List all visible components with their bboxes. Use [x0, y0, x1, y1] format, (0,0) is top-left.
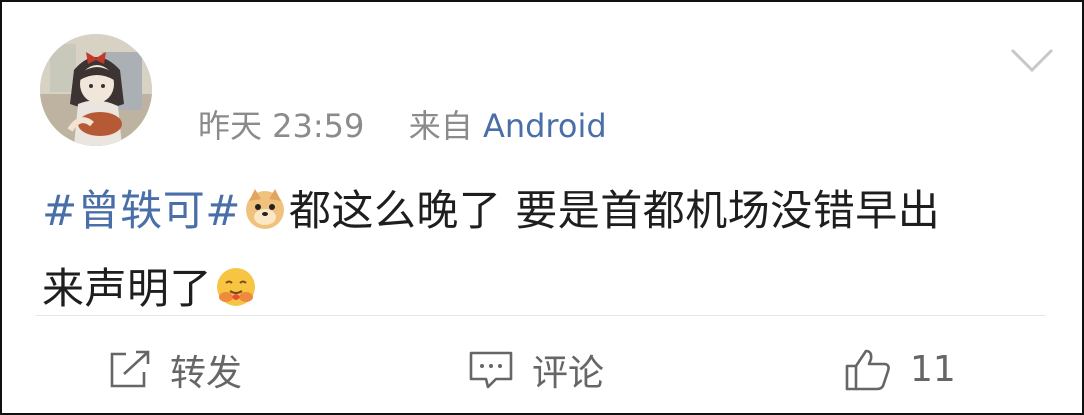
post-text-line2: 来声明了	[42, 264, 213, 313]
comment-icon	[469, 351, 513, 388]
weibo-post-card: 昨天 23:59 来自 Android #曾轶可# 都这么晚了 要是首都机场没错…	[0, 0, 1084, 415]
chevron-down-icon[interactable]	[1010, 46, 1054, 74]
share-icon	[110, 350, 150, 387]
doge-emoji-icon	[245, 189, 284, 229]
post-timestamp: 昨天 23:59	[198, 107, 365, 145]
post-text-line1: 都这么晚了 要是首都机场没错早出	[288, 186, 941, 235]
like-button[interactable]: 11	[844, 332, 956, 407]
post-meta: 昨天 23:59 来自 Android	[198, 104, 607, 148]
action-bar: 转发 评论 11	[2, 332, 1084, 407]
avatar[interactable]	[40, 34, 152, 146]
comment-button[interactable]: 评论	[468, 332, 604, 407]
like-count: 11	[910, 349, 956, 390]
comment-label: 评论	[532, 352, 605, 394]
hug-emoji-icon	[217, 268, 256, 306]
source-link[interactable]: Android	[483, 107, 607, 145]
divider	[36, 315, 1046, 316]
topic-hashtag[interactable]: #曾轶可#	[42, 186, 241, 235]
repost-label: 转发	[170, 352, 243, 394]
thumbs-up-icon	[845, 349, 890, 390]
avatar-illustration	[40, 34, 152, 146]
post-text: #曾轶可# 都这么晚了 要是首都机场没错早出 来声明了	[42, 172, 1052, 328]
repost-button[interactable]: 转发	[108, 332, 242, 407]
source-prefix: 来自	[408, 107, 473, 145]
